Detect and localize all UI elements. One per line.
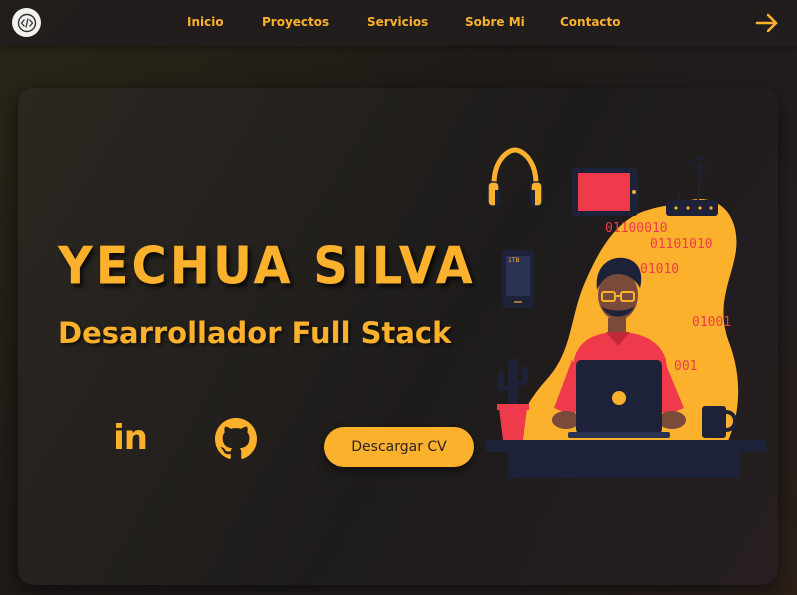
svg-text:1TB: 1TB	[508, 257, 520, 264]
nav-link-inicio[interactable]: Inicio	[187, 15, 224, 29]
hero-name: YECHUA SILVA	[58, 236, 476, 297]
nav-links: Inicio Proyectos Servicios Sobre Mi Cont…	[0, 0, 797, 46]
desk	[486, 440, 766, 478]
laptop-icon	[568, 360, 670, 438]
navbar: Inicio Proyectos Servicios Sobre Mi Cont…	[0, 0, 797, 46]
nav-link-contacto[interactable]: Contacto	[560, 15, 621, 29]
github-icon	[215, 418, 257, 459]
arrow-right-icon	[755, 13, 778, 33]
linkedin-icon: in	[113, 418, 148, 458]
phone-icon: 1TB	[502, 250, 534, 308]
developer-illustration: 01100010 01101010 01010 01001 001 1TB	[486, 147, 766, 478]
linkedin-link[interactable]: in	[108, 416, 152, 460]
github-link[interactable]	[214, 417, 258, 461]
nav-link-proyectos[interactable]: Proyectos	[262, 15, 329, 29]
nav-link-servicios[interactable]: Servicios	[367, 15, 428, 29]
hero-role: Desarrollador Full Stack	[58, 316, 452, 350]
cactus-icon	[497, 358, 529, 440]
router-icon	[666, 157, 718, 216]
download-cv-button[interactable]: Descargar CV	[324, 427, 474, 467]
binary-text: 01101010	[650, 237, 713, 252]
nav-arrow-button[interactable]	[754, 11, 780, 35]
binary-text: 001	[674, 359, 697, 374]
headphones-icon	[487, 147, 543, 207]
tablet-icon	[572, 168, 638, 216]
binary-text: 01100010	[605, 221, 668, 236]
nav-link-sobre-mi[interactable]: Sobre Mi	[465, 15, 525, 29]
binary-text: 01001	[692, 315, 731, 330]
binary-text: 01010	[640, 262, 679, 277]
